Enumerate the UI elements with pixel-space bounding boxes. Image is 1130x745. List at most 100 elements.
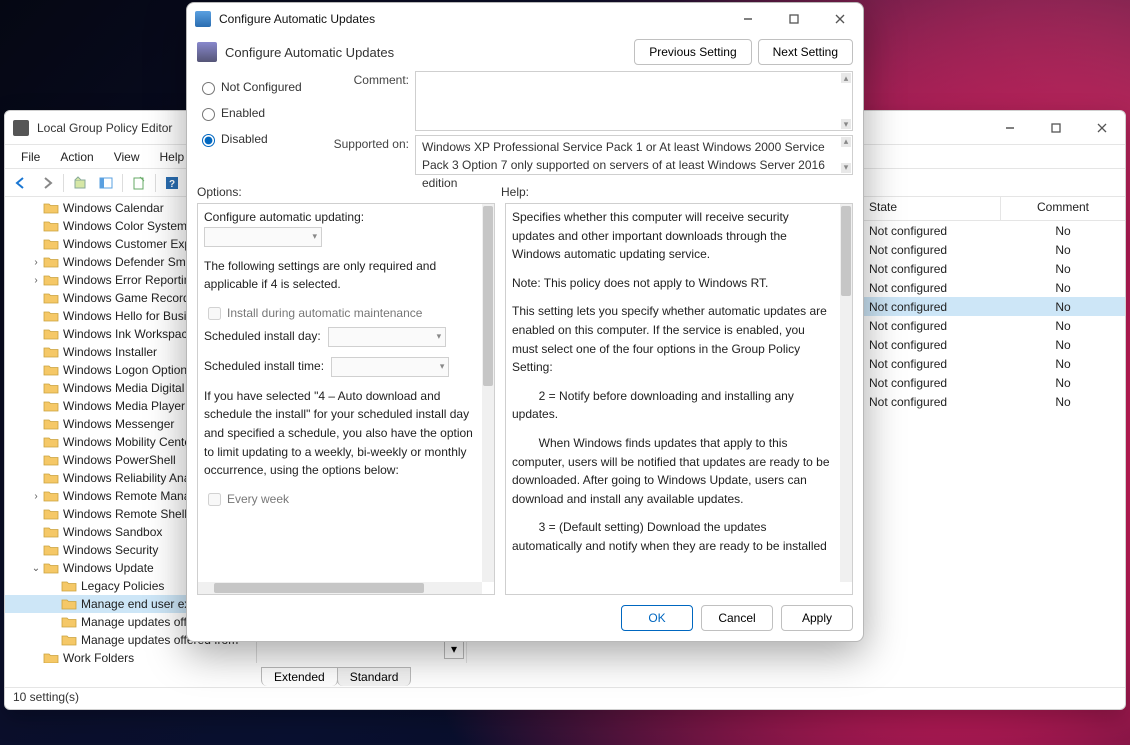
configure-updating-combo[interactable]: [204, 227, 322, 247]
scroll-down-icon[interactable]: ▾: [841, 119, 851, 129]
comment-input[interactable]: ▴ ▾: [415, 71, 853, 131]
close-button[interactable]: [1079, 111, 1125, 145]
folder-icon: [43, 543, 59, 557]
policy-icon: [197, 42, 217, 62]
chk-every-week[interactable]: Every week: [204, 490, 474, 509]
folder-icon: [43, 291, 59, 305]
col-comment[interactable]: Comment: [1001, 197, 1125, 220]
previous-setting-button[interactable]: Previous Setting: [634, 39, 751, 65]
folder-icon: [61, 633, 77, 647]
radio-disabled[interactable]: Disabled: [197, 131, 323, 147]
dlg-maximize-button[interactable]: [771, 4, 817, 34]
options-scrollbar-h[interactable]: [198, 582, 482, 594]
folder-icon: [61, 579, 77, 593]
menu-file[interactable]: File: [11, 150, 50, 164]
setting-comment: No: [1001, 319, 1125, 333]
view-tabs: Extended Standard: [255, 663, 1125, 687]
menu-action[interactable]: Action: [50, 150, 103, 164]
dlg-minimize-button[interactable]: [725, 4, 771, 34]
folder-icon: [61, 597, 77, 611]
tree-label: Windows Mobility Center: [63, 435, 195, 449]
folder-icon: [43, 453, 59, 467]
state-radios: Not Configured Enabled Disabled: [197, 71, 323, 179]
folder-icon: [43, 507, 59, 521]
menu-view[interactable]: View: [104, 150, 150, 164]
minimize-button[interactable]: [987, 111, 1033, 145]
tree-item[interactable]: Work Folders: [5, 649, 256, 663]
setting-state: Not configured: [861, 243, 1001, 257]
apply-button[interactable]: Apply: [781, 605, 853, 631]
show-hide-tree-icon[interactable]: [94, 172, 118, 194]
dialog-app-icon: [195, 11, 211, 27]
chk-install-maintenance[interactable]: Install during automatic maintenance: [204, 304, 474, 323]
setting-comment: No: [1001, 243, 1125, 257]
folder-icon: [61, 615, 77, 629]
folder-icon: [43, 489, 59, 503]
tab-extended[interactable]: Extended: [261, 667, 338, 686]
scroll-up-icon[interactable]: ▴: [841, 73, 851, 83]
folder-icon: [43, 435, 59, 449]
setting-state: Not configured: [861, 395, 1001, 409]
tree-label: Windows Calendar: [63, 201, 164, 215]
install-day-label: Scheduled install day:: [204, 327, 321, 346]
cancel-button[interactable]: Cancel: [701, 605, 773, 631]
setting-comment: No: [1001, 395, 1125, 409]
setting-comment: No: [1001, 281, 1125, 295]
forward-icon[interactable]: [35, 172, 59, 194]
expand-icon[interactable]: ›: [29, 491, 43, 502]
setting-state: Not configured: [861, 357, 1001, 371]
setting-state: Not configured: [861, 376, 1001, 390]
dialog-titlebar: Configure Automatic Updates: [187, 3, 863, 35]
options-scrollbar-v[interactable]: [482, 204, 494, 582]
tree-label: Legacy Policies: [81, 579, 164, 593]
scroll-up-icon[interactable]: ▴: [841, 137, 851, 147]
setting-comment: No: [1001, 300, 1125, 314]
ok-button[interactable]: OK: [621, 605, 693, 631]
folder-icon: [43, 363, 59, 377]
configure-updating-label: Configure automatic updating:: [204, 208, 364, 227]
tree-label: Windows Ink Workspace: [63, 327, 194, 341]
folder-icon: [43, 561, 59, 575]
install-time-label: Scheduled install time:: [204, 357, 324, 376]
tree-label: Windows Installer: [63, 345, 157, 359]
help-icon[interactable]: ?: [160, 172, 184, 194]
dialog-title: Configure Automatic Updates: [219, 12, 725, 26]
folder-icon: [43, 255, 59, 269]
radio-enabled[interactable]: Enabled: [197, 105, 323, 121]
expand-icon[interactable]: ›: [29, 275, 43, 286]
help-scrollbar-v[interactable]: [840, 204, 852, 582]
maximize-button[interactable]: [1033, 111, 1079, 145]
tree-label: Windows Security: [63, 543, 158, 557]
install-time-combo[interactable]: [331, 357, 449, 377]
setting-comment: No: [1001, 262, 1125, 276]
help-pane[interactable]: Specifies whether this computer will rec…: [505, 203, 853, 595]
expand-icon[interactable]: ⌄: [29, 563, 43, 574]
setting-comment: No: [1001, 224, 1125, 238]
options-pane[interactable]: Configure automatic updating: The follow…: [197, 203, 495, 595]
folder-icon: [43, 417, 59, 431]
tree-label: Windows Sandbox: [63, 525, 162, 539]
export-list-icon[interactable]: [127, 172, 151, 194]
install-day-combo[interactable]: [328, 327, 446, 347]
setting-comment: No: [1001, 357, 1125, 371]
tab-standard[interactable]: Standard: [337, 667, 412, 686]
back-icon[interactable]: [9, 172, 33, 194]
folder-icon: [43, 327, 59, 341]
tree-label: Windows Media Player: [63, 399, 185, 413]
next-setting-button[interactable]: Next Setting: [758, 39, 853, 65]
tree-label: Windows Color System: [63, 219, 187, 233]
tree-label: Windows Game Recording: [63, 291, 206, 305]
folder-icon: [43, 651, 59, 663]
expand-icon[interactable]: ›: [29, 257, 43, 268]
dlg-close-button[interactable]: [817, 4, 863, 34]
folder-icon: [43, 471, 59, 485]
next-description-icon[interactable]: ▾: [444, 639, 464, 659]
svg-text:?: ?: [169, 179, 175, 190]
setting-state: Not configured: [861, 281, 1001, 295]
folder-icon: [43, 309, 59, 323]
radio-not-configured[interactable]: Not Configured: [197, 79, 323, 95]
up-icon[interactable]: [68, 172, 92, 194]
scroll-down-icon[interactable]: ▾: [841, 163, 851, 173]
col-state[interactable]: State: [861, 197, 1001, 220]
setting-state: Not configured: [861, 262, 1001, 276]
